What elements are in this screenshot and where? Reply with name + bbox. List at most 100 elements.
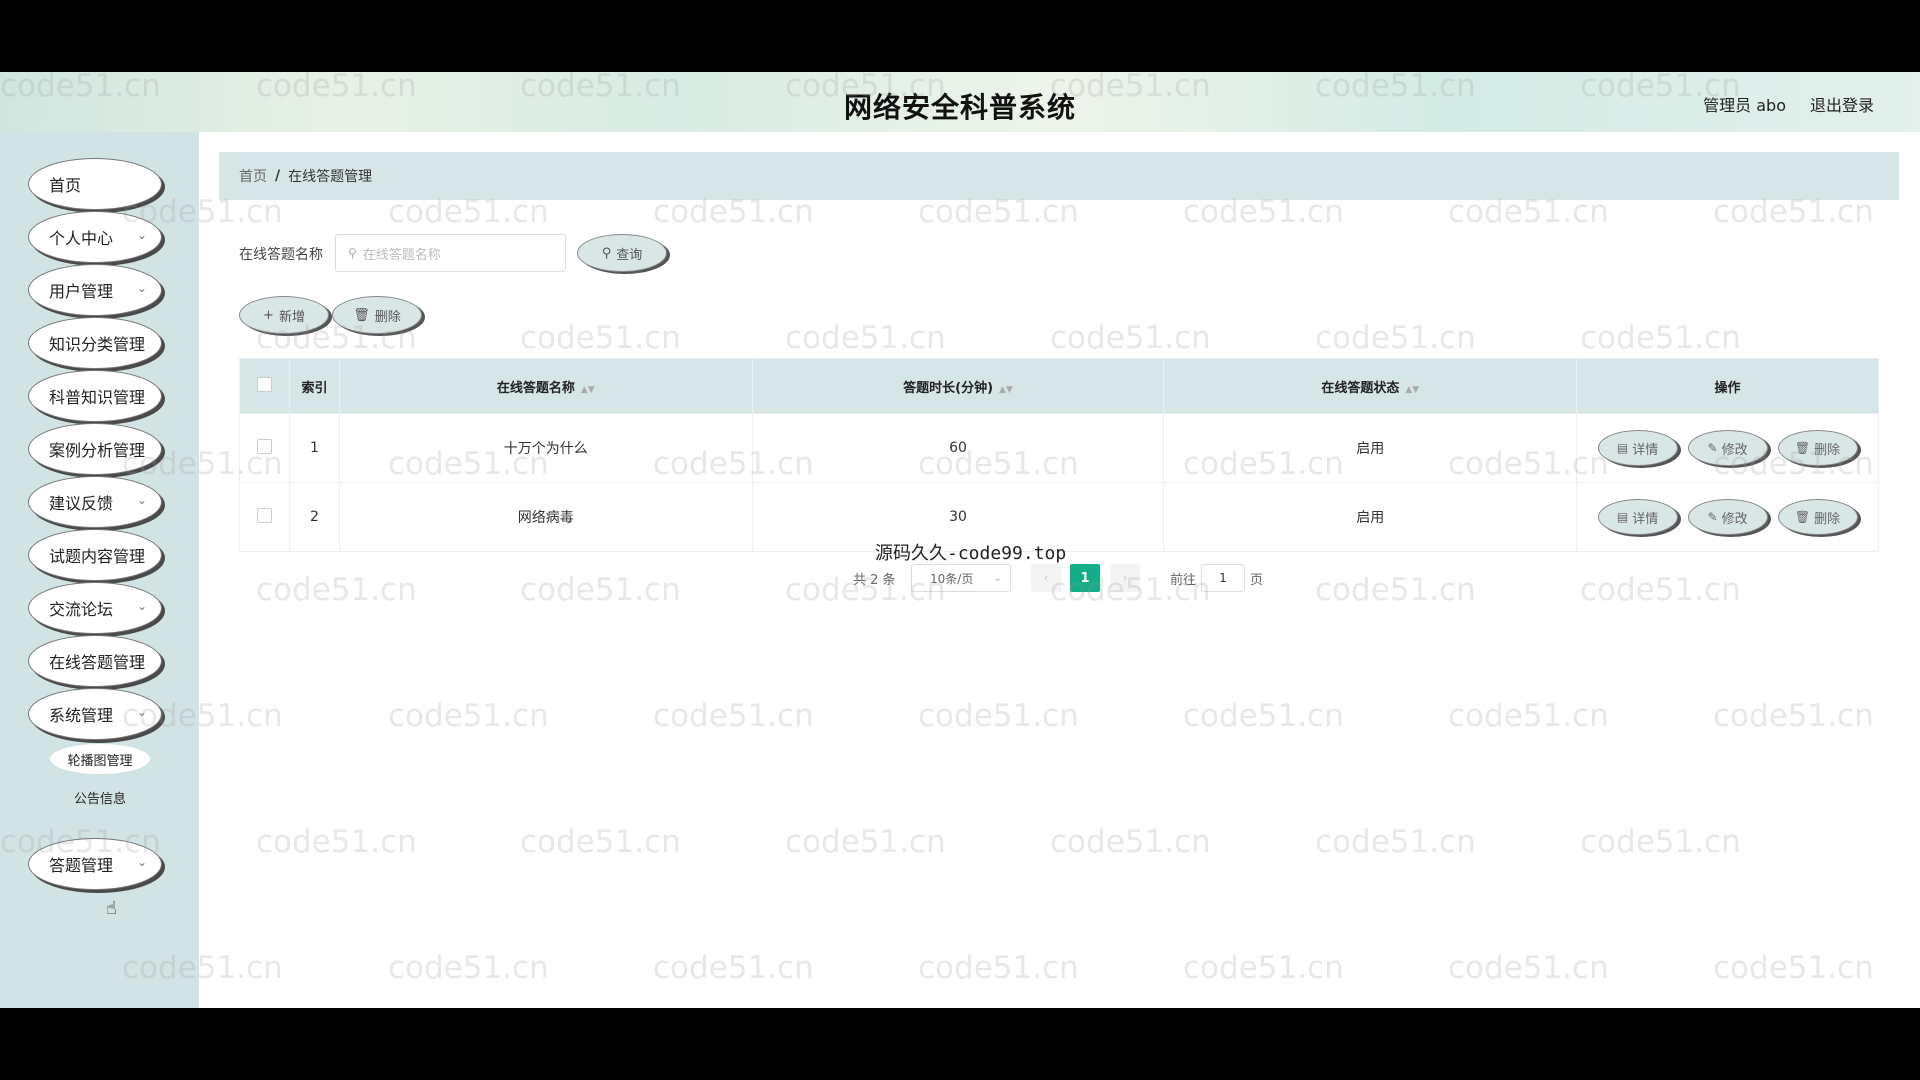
sidebar-item-personal-center[interactable]: 个人中心 ⌄ [28, 211, 162, 263]
trash-icon: 🗑 [353, 307, 370, 323]
sidebar-item-case-analysis[interactable]: 案例分析管理 [28, 423, 162, 475]
cell-status: 启用 [1163, 413, 1578, 483]
edit-button[interactable]: ✎ 修改 [1687, 430, 1768, 466]
watermark: code51.cn [520, 320, 681, 356]
row-checkbox[interactable] [256, 507, 272, 523]
overlay-caption: 源码久久-code99.top [875, 543, 1067, 564]
sidebar-item-science-knowledge[interactable]: 科普知识管理 [28, 370, 162, 422]
column-header-name[interactable]: 在线答题名称 ▲▼ [338, 358, 753, 414]
search-label: 在线答题名称 [239, 247, 323, 263]
logout-link[interactable]: 退出登录 [1810, 92, 1874, 116]
current-page-button[interactable]: 1 [1070, 564, 1100, 592]
batch-delete-label: 删除 [374, 309, 401, 325]
chevron-down-icon: ⌄ [136, 599, 147, 613]
delete-button[interactable]: 🗑 删除 [1777, 430, 1858, 466]
submenu-item-carousel[interactable]: 轮播图管理 [50, 744, 150, 774]
sidebar-item-label: 交流论坛 [49, 600, 114, 619]
delete-label: 删除 [1814, 511, 1841, 527]
watermark: code51.cn [1448, 698, 1609, 734]
sidebar-item-online-quiz[interactable]: 在线答题管理 [28, 635, 162, 687]
batch-delete-button[interactable]: 🗑 删除 [332, 296, 422, 334]
column-header-label: 在线答题状态 [1321, 380, 1400, 396]
watermark: code51.cn [653, 698, 814, 734]
sidebar-item-question-content[interactable]: 试题内容管理 [28, 529, 162, 581]
cell-name: 网络病毒 [338, 482, 753, 552]
sidebar-item-system-management[interactable]: 系统管理 ⌄ [28, 688, 162, 740]
watermark: code51.cn [1315, 572, 1476, 608]
sidebar-item-knowledge-category[interactable]: 知识分类管理 [28, 317, 162, 369]
watermark: code51.cn [520, 824, 681, 860]
cell-actions: ▤ 详情 ✎ 修改 🗑 删除 [1576, 413, 1879, 483]
watermark: code51.cn [1050, 320, 1211, 356]
watermark: code51.cn [1713, 698, 1874, 734]
cell-index: 2 [288, 482, 340, 552]
sidebar-item-label: 系统管理 [49, 706, 114, 725]
chevron-down-icon: ⌄ [136, 705, 147, 719]
detail-button[interactable]: ▤ 详情 [1597, 499, 1678, 535]
cell-name: 十万个为什么 [338, 413, 753, 483]
sidebar: 首页 个人中心 ⌄ 用户管理 ⌄ 知识分类管理 科普知识管理 案例分析管理 建议… [0, 132, 199, 1008]
detail-button[interactable]: ▤ 详情 [1597, 430, 1678, 466]
sort-icon[interactable]: ▲▼ [999, 385, 1013, 395]
system-title: 网络安全科普系统 [843, 91, 1076, 124]
sidebar-item-forum[interactable]: 交流论坛 ⌄ [28, 582, 162, 634]
edit-button[interactable]: ✎ 修改 [1687, 499, 1768, 535]
goto-page-input[interactable]: 1 [1201, 564, 1245, 592]
sidebar-item-label: 科普知识管理 [49, 388, 146, 407]
submenu-item-announcement[interactable]: 公告信息 [50, 782, 150, 812]
column-header-status[interactable]: 在线答题状态 ▲▼ [1163, 358, 1578, 414]
search-input[interactable]: ⚲ 在线答题名称 [335, 234, 566, 272]
breadcrumb-home[interactable]: 首页 [239, 166, 267, 186]
sidebar-item-feedback[interactable]: 建议反馈 ⌄ [28, 476, 162, 528]
sidebar-item-label: 案例分析管理 [49, 441, 146, 460]
table-row: 1 十万个为什么 60 启用 ▤ 详情 ✎ 修改 🗑 删除 [239, 413, 1879, 483]
submenu-item-label: 公告信息 [73, 791, 126, 807]
add-button-label: 新增 [278, 309, 305, 325]
add-button[interactable]: + 新增 [239, 296, 329, 334]
page-size-select[interactable]: 10条/页 ⌄ [911, 564, 1011, 592]
sidebar-item-label: 个人中心 [49, 229, 114, 248]
column-header-actions: 操作 [1576, 358, 1879, 414]
quiz-table: 索引 在线答题名称 ▲▼ 答题时长(分钟) ▲▼ 在线答题状态 ▲▼ 操作 1 十万个… [239, 358, 1879, 552]
watermark: code51.cn [1448, 950, 1609, 986]
delete-label: 删除 [1814, 442, 1841, 458]
watermark: code51.cn [256, 572, 417, 608]
watermark: code51.cn [520, 572, 681, 608]
watermark: code51.cn [785, 320, 946, 356]
query-button[interactable]: ⚲ 查询 [577, 234, 667, 272]
sidebar-item-label: 建议反馈 [49, 494, 114, 513]
select-all-checkbox[interactable] [256, 376, 272, 392]
chevron-down-icon: ⌄ [136, 281, 147, 295]
cell-index: 1 [288, 413, 340, 483]
column-header-index: 索引 [288, 358, 340, 414]
sidebar-item-answer-management[interactable]: 答题管理 ⌄ [28, 838, 162, 890]
breadcrumb-separator: / [275, 168, 281, 184]
pencil-icon: ✎ [1707, 510, 1718, 524]
sidebar-item-home[interactable]: 首页 [28, 158, 162, 210]
page-unit-label: 页 [1250, 573, 1264, 588]
watermark: code51.cn [653, 950, 814, 986]
sidebar-item-label: 答题管理 [49, 856, 114, 875]
chevron-right-icon: › [1122, 570, 1128, 586]
top-header: 网络安全科普系统 管理员 abo 退出登录 [0, 72, 1920, 132]
edit-label: 修改 [1721, 511, 1748, 527]
watermark: code51.cn [1580, 320, 1741, 356]
prev-page-button[interactable]: ‹ [1031, 564, 1061, 592]
watermark: code51.cn [918, 950, 1079, 986]
column-header-duration[interactable]: 答题时长(分钟) ▲▼ [751, 358, 1165, 414]
watermark: code51.cn [1580, 572, 1741, 608]
watermark: code51.cn [1580, 824, 1741, 860]
sidebar-item-user-management[interactable]: 用户管理 ⌄ [28, 264, 162, 316]
app-window: 网络安全科普系统 管理员 abo 退出登录 首页 个人中心 ⌄ 用户管理 ⌄ 知… [0, 72, 1920, 1008]
sort-icon[interactable]: ▲▼ [581, 385, 595, 395]
watermark: code51.cn [1315, 824, 1476, 860]
watermark: code51.cn [388, 698, 549, 734]
sort-icon[interactable]: ▲▼ [1405, 385, 1419, 395]
row-checkbox[interactable] [256, 438, 272, 454]
delete-button[interactable]: 🗑 删除 [1777, 499, 1858, 535]
watermark: code51.cn [388, 950, 549, 986]
search-icon: ⚲ [348, 246, 357, 260]
next-page-button[interactable]: › [1110, 564, 1140, 592]
watermark: code51.cn [918, 698, 1079, 734]
chevron-down-icon: ⌄ [136, 493, 147, 507]
